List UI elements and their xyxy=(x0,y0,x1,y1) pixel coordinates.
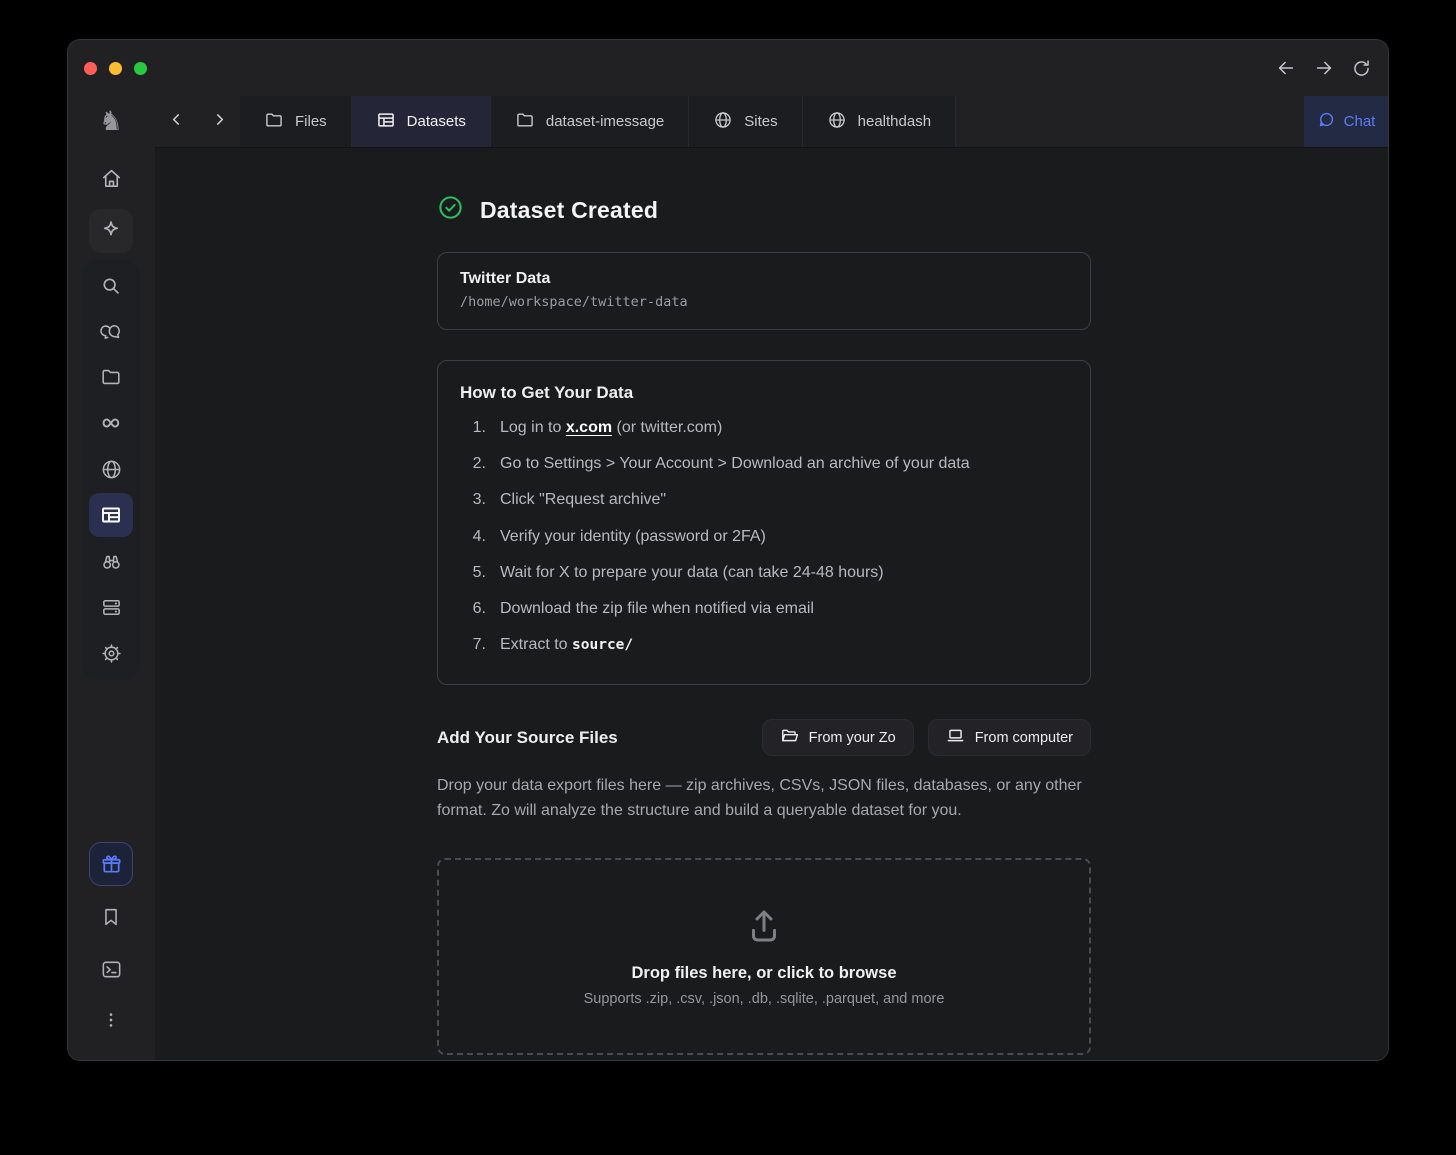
sidebar-item-history[interactable] xyxy=(89,401,133,445)
sidebar-item-search[interactable] xyxy=(89,264,133,308)
howto-step: 4. Verify your identity (password or 2FA… xyxy=(472,527,766,545)
app-window: ♞ Files Datasets dataset-imessage Sites … xyxy=(68,40,1388,1060)
chat-label: Chat xyxy=(1343,113,1376,130)
chat-button[interactable]: Chat xyxy=(1304,96,1388,147)
home-icon xyxy=(100,167,123,190)
tab-dataset-imessage[interactable]: dataset-imessage xyxy=(490,96,690,147)
sidebar-item-explore[interactable] xyxy=(89,539,133,583)
folder-open-icon xyxy=(780,726,799,749)
chat-bubbles-icon xyxy=(99,321,123,344)
folder-icon xyxy=(100,366,122,388)
tab-back-icon[interactable] xyxy=(168,111,185,133)
globe-icon xyxy=(100,458,123,481)
back-icon[interactable] xyxy=(1275,57,1297,79)
gear-icon xyxy=(100,642,123,665)
sidebar-item-home[interactable] xyxy=(89,156,133,200)
titlebar xyxy=(68,40,1388,96)
tab-sites[interactable]: Sites xyxy=(689,96,803,147)
upload-icon xyxy=(743,905,785,952)
terminal-icon xyxy=(100,958,123,981)
gift-icon xyxy=(100,853,123,876)
sidebar-item-bookmarks[interactable] xyxy=(89,895,133,939)
success-check-icon xyxy=(437,194,464,226)
page-title: Dataset Created xyxy=(480,196,659,223)
sidebar-item-assistant[interactable] xyxy=(89,209,133,253)
howto-steps: 1. Log in to x.com (or twitter.com) 2. G… xyxy=(460,416,1068,656)
tab-files[interactable]: Files xyxy=(240,96,352,147)
tab-label: healthdash xyxy=(857,113,932,130)
dropzone-subtitle: Supports .zip, .csv, .json, .db, .sqlite… xyxy=(583,991,945,1008)
traffic-lights xyxy=(84,40,147,96)
zoom-button[interactable] xyxy=(134,61,147,75)
search-icon xyxy=(100,275,122,297)
file-dropzone[interactable]: Drop files here, or click to browse Supp… xyxy=(437,857,1091,1055)
tab-strip: Files Datasets dataset-imessage Sites he… xyxy=(155,96,1388,148)
tab-label: Datasets xyxy=(406,113,466,130)
howto-card: How to Get Your Data 1. Log in to x.com … xyxy=(437,360,1091,686)
from-your-zo-button[interactable]: From your Zo xyxy=(761,719,914,757)
close-button[interactable] xyxy=(84,61,97,75)
tab-label: Sites xyxy=(744,113,778,130)
globe-icon xyxy=(713,110,733,134)
table-icon xyxy=(99,503,123,527)
server-icon xyxy=(100,596,123,619)
sidebar-item-settings[interactable] xyxy=(89,631,133,675)
source-files-description: Drop your data export files here — zip a… xyxy=(437,777,1082,820)
sidebar-item-files[interactable] xyxy=(89,355,133,399)
add-source-files-title: Add Your Source Files xyxy=(437,727,618,747)
folder-icon xyxy=(515,110,535,134)
howto-step: 2. Go to Settings > Your Account > Downl… xyxy=(472,455,970,473)
tab-healthdash[interactable]: healthdash xyxy=(802,96,957,147)
from-computer-button[interactable]: From computer xyxy=(927,719,1091,757)
howto-step: 7. Extract to source/ xyxy=(472,636,634,654)
folder-icon xyxy=(264,110,284,134)
sidebar-item-gift[interactable] xyxy=(89,842,133,886)
howto-title: How to Get Your Data xyxy=(460,383,634,402)
sidebar-item-messages[interactable] xyxy=(89,310,133,354)
sidebar-item-browser[interactable] xyxy=(89,447,133,491)
dropzone-title: Drop files here, or click to browse xyxy=(631,964,897,983)
ellipsis-icon xyxy=(101,1010,121,1030)
dataset-path: /home/workspace/twitter-data xyxy=(460,294,688,310)
howto-step: 5. Wait for X to prepare your data (can … xyxy=(472,563,884,581)
tab-label: Files xyxy=(295,113,327,130)
tab-datasets[interactable]: Datasets xyxy=(351,96,491,147)
xcom-link[interactable]: x.com xyxy=(566,419,612,436)
table-icon xyxy=(376,110,396,134)
bookmark-icon xyxy=(100,906,122,928)
datasets-page: Dataset Created Twitter Data /home/works… xyxy=(155,148,1388,1060)
binoculars-icon xyxy=(100,550,123,573)
chat-bubble-icon xyxy=(1317,110,1336,133)
howto-step: 6. Download the zip file when notified v… xyxy=(472,599,814,617)
howto-step: 1. Log in to x.com (or twitter.com) xyxy=(472,419,723,436)
sidebar: ♞ xyxy=(68,96,155,1060)
globe-icon xyxy=(827,110,847,134)
sidebar-item-terminal[interactable] xyxy=(89,947,133,991)
forward-icon[interactable] xyxy=(1313,57,1335,79)
sparkle-icon xyxy=(99,219,123,243)
minimize-button[interactable] xyxy=(109,61,122,75)
dataset-name: Twitter Data xyxy=(460,270,551,287)
pegasus-logo: ♞ xyxy=(98,105,124,136)
howto-step: 3. Click "Request archive" xyxy=(472,491,667,509)
sidebar-item-servers[interactable] xyxy=(89,585,133,629)
tab-label: dataset-imessage xyxy=(545,113,665,130)
refresh-icon[interactable] xyxy=(1351,58,1372,79)
source-dir-code: source/ xyxy=(572,637,634,654)
sidebar-item-more[interactable] xyxy=(89,998,133,1042)
infinity-icon xyxy=(98,410,124,436)
laptop-icon xyxy=(946,726,965,749)
sidebar-item-datasets[interactable] xyxy=(89,493,133,537)
dataset-card: Twitter Data /home/workspace/twitter-dat… xyxy=(437,252,1091,330)
tab-forward-icon[interactable] xyxy=(211,111,228,133)
